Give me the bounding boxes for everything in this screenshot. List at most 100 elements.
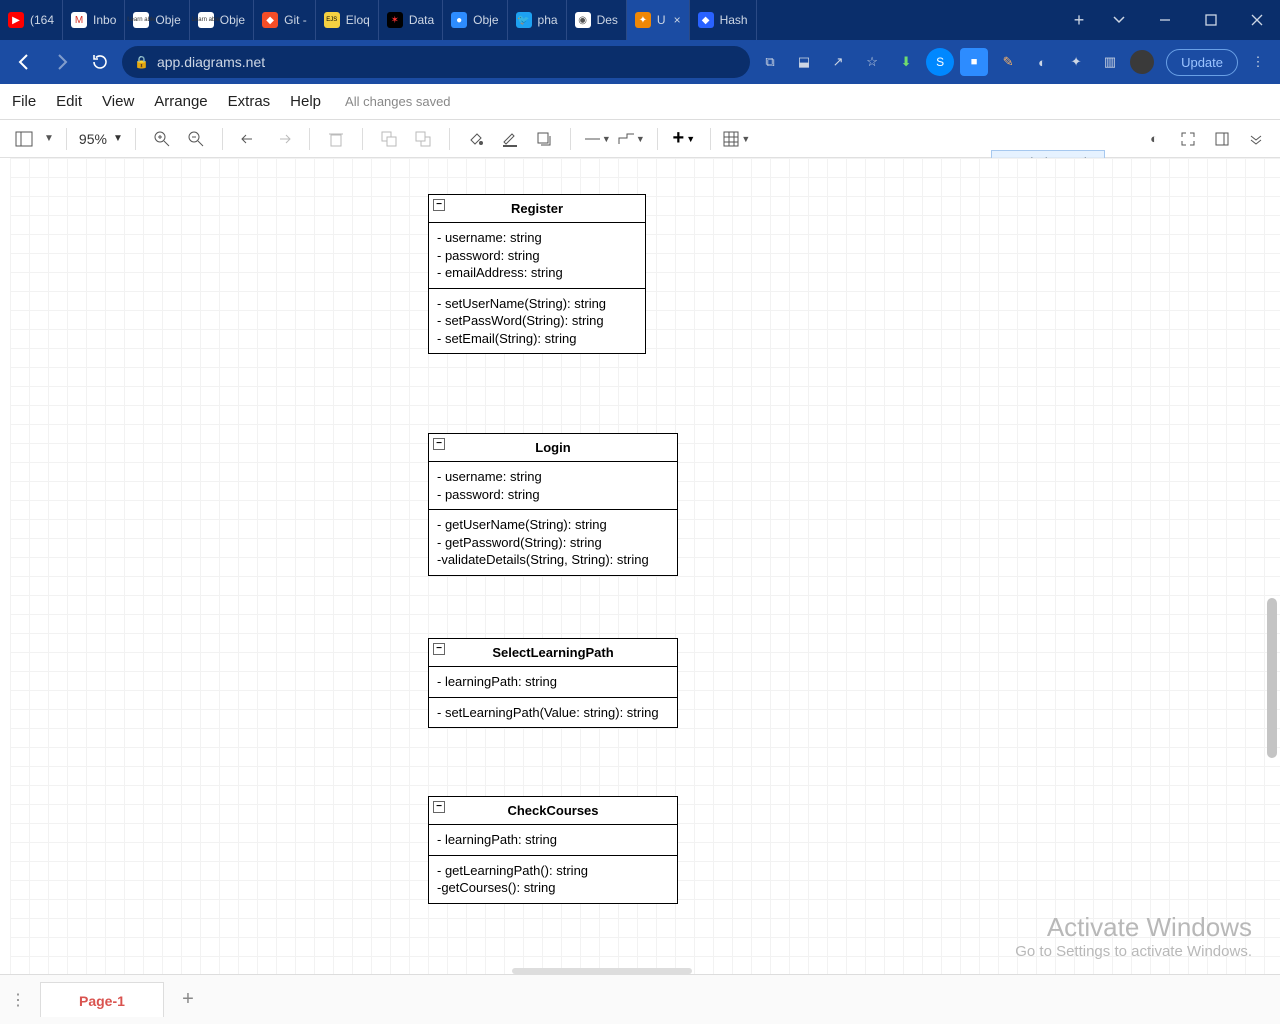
zoom-ext-icon[interactable]: ■ xyxy=(960,48,988,76)
tab-label: Hash xyxy=(720,13,748,27)
uml-class-name: SelectLearningPath xyxy=(492,645,613,660)
uml-class-header[interactable]: −Register xyxy=(429,195,645,223)
work-area: ⋮ −Register- username: string- password:… xyxy=(0,158,1280,974)
zoom-in-button[interactable] xyxy=(148,125,176,153)
profile-avatar[interactable] xyxy=(1130,50,1154,74)
uml-attributes[interactable]: - learningPath: string xyxy=(429,825,677,855)
undo-button[interactable] xyxy=(235,125,263,153)
fill-color-button[interactable] xyxy=(462,125,490,153)
nav-forward-button[interactable] xyxy=(46,46,78,78)
browser-tab[interactable]: ◆Git - xyxy=(254,0,316,40)
browser-tab[interactable]: MInbo xyxy=(63,0,125,40)
close-window-button[interactable] xyxy=(1234,0,1280,40)
table-button[interactable]: ▼ xyxy=(723,125,751,153)
browser-tab[interactable]: 🐦pha xyxy=(508,0,567,40)
diagram-canvas[interactable]: −Register- username: string- password: s… xyxy=(0,158,1280,974)
uml-class-checkcourses[interactable]: −CheckCourses - learningPath: string - get… xyxy=(428,796,678,904)
zoom-out-button[interactable] xyxy=(182,125,210,153)
uml-class-header[interactable]: −CheckCourses xyxy=(429,797,677,825)
redo-button[interactable] xyxy=(269,125,297,153)
minimize-button[interactable] xyxy=(1142,0,1188,40)
sidepanel-icon[interactable]: ▥ xyxy=(1096,48,1124,76)
nav-reload-button[interactable] xyxy=(84,46,116,78)
chrome-menu-button[interactable]: ⋮ xyxy=(1244,48,1272,76)
shazam-ext-icon[interactable]: S xyxy=(926,48,954,76)
connection-style-button[interactable]: ▼ xyxy=(583,125,611,153)
add-page-button[interactable]: + xyxy=(170,988,206,1011)
uml-operations[interactable]: - setUserName(String): string- setPassWo… xyxy=(429,288,645,354)
vertical-scrollbar[interactable] xyxy=(1264,158,1278,974)
extensions-icon[interactable]: ✦ xyxy=(1062,48,1090,76)
menu-edit[interactable]: Edit xyxy=(56,93,82,110)
uml-operations[interactable]: - setLearningPath(Value: string): string xyxy=(429,697,677,728)
pen-ext-icon[interactable]: ✎ xyxy=(994,48,1022,76)
fullscreen-button[interactable] xyxy=(1174,125,1202,153)
uml-collapse-toggle[interactable]: − xyxy=(433,643,445,655)
collapse-toolbar-button[interactable] xyxy=(1242,125,1270,153)
page-tab-1[interactable]: Page-1 xyxy=(40,982,164,1017)
uml-operations[interactable]: - getUserName(String): string- getPasswo… xyxy=(429,509,677,575)
vertical-scroll-thumb[interactable] xyxy=(1267,598,1277,758)
menu-help[interactable]: Help xyxy=(290,93,321,110)
uml-attributes[interactable]: - username: string- password: string xyxy=(429,462,677,509)
uml-class-login[interactable]: − Login - username: string- password: stri… xyxy=(428,433,678,576)
menu-extras[interactable]: Extras xyxy=(228,93,271,110)
to-back-button[interactable] xyxy=(409,125,437,153)
browser-tab[interactable]: ✦U× xyxy=(627,0,690,40)
url-field[interactable]: 🔒 app.diagrams.net xyxy=(122,46,750,78)
menu-view[interactable]: View xyxy=(102,93,134,110)
unknown-ext-icon[interactable]: ◐ xyxy=(1028,48,1056,76)
browser-tab[interactable]: ◆Hash xyxy=(690,0,757,40)
uml-class-header[interactable]: − Login xyxy=(429,434,677,462)
uml-collapse-toggle[interactable]: − xyxy=(433,801,445,813)
new-tab-button[interactable]: + xyxy=(1062,0,1096,40)
browser-tab[interactable]: Learn ableObje xyxy=(190,0,254,40)
insert-button[interactable]: +▼ xyxy=(670,125,698,153)
line-color-button[interactable] xyxy=(496,125,524,153)
theme-toggle-button[interactable]: ◐ xyxy=(1140,125,1168,153)
update-button[interactable]: Update xyxy=(1166,49,1238,76)
uml-class-selectlearningpath[interactable]: − SelectLearningPath - learningPath: strin… xyxy=(428,638,678,728)
maximize-button[interactable] xyxy=(1188,0,1234,40)
sidebar-toggle-button[interactable] xyxy=(10,125,38,153)
browser-tab[interactable]: ●Obje xyxy=(443,0,507,40)
tab-favicon: 🐦 xyxy=(516,12,532,28)
format-panel-toggle[interactable] xyxy=(1208,125,1236,153)
uml-operation: -getCourses(): string xyxy=(437,879,669,897)
shadow-button[interactable] xyxy=(530,125,558,153)
uml-collapse-toggle[interactable]: − xyxy=(433,438,445,450)
uml-class-register[interactable]: −Register- username: string- password: s… xyxy=(428,194,646,354)
tab-label: Obje xyxy=(473,13,498,27)
uml-class-name: Login xyxy=(535,440,570,455)
uml-attributes[interactable]: - learningPath: string xyxy=(429,667,677,697)
open-external-icon[interactable]: ⧉ xyxy=(756,48,784,76)
bookmark-icon[interactable]: ☆ xyxy=(858,48,886,76)
menu-file[interactable]: File xyxy=(12,93,36,110)
nav-back-button[interactable] xyxy=(8,46,40,78)
uml-collapse-toggle[interactable]: − xyxy=(433,199,445,211)
tab-favicon: ◆ xyxy=(262,12,278,28)
browser-tab[interactable]: Learn ableObje xyxy=(125,0,189,40)
to-front-button[interactable] xyxy=(375,125,403,153)
page-menu-button[interactable]: ⋮ xyxy=(0,990,36,1010)
delete-button[interactable] xyxy=(322,125,350,153)
uml-class-header[interactable]: − SelectLearningPath xyxy=(429,639,677,667)
uml-operations[interactable]: - getLearningPath(): string-getCourses()… xyxy=(429,855,677,903)
tab-close-button[interactable]: × xyxy=(674,13,681,27)
uml-attributes[interactable]: - username: string- password: string- em… xyxy=(429,223,645,288)
uml-attribute: - learningPath: string xyxy=(437,831,669,849)
tab-label: Obje xyxy=(220,13,245,27)
browser-tab[interactable]: EJSEloq xyxy=(316,0,379,40)
share-icon[interactable]: ↗ xyxy=(824,48,852,76)
uml-operation: - setEmail(String): string xyxy=(437,330,637,348)
tab-label: U xyxy=(657,13,666,27)
tab-search-button[interactable] xyxy=(1096,0,1142,40)
menu-arrange[interactable]: Arrange xyxy=(154,93,207,110)
browser-tab[interactable]: ◉Des xyxy=(567,0,627,40)
install-app-icon[interactable]: ⬓ xyxy=(790,48,818,76)
waypoint-style-button[interactable]: ▼ xyxy=(617,125,645,153)
browser-tab[interactable]: ▶(164 xyxy=(0,0,63,40)
zoom-dropdown[interactable]: 95% ▼ xyxy=(79,131,123,147)
download-ext-icon[interactable]: ⬇ xyxy=(892,48,920,76)
browser-tab[interactable]: ✶Data xyxy=(379,0,443,40)
